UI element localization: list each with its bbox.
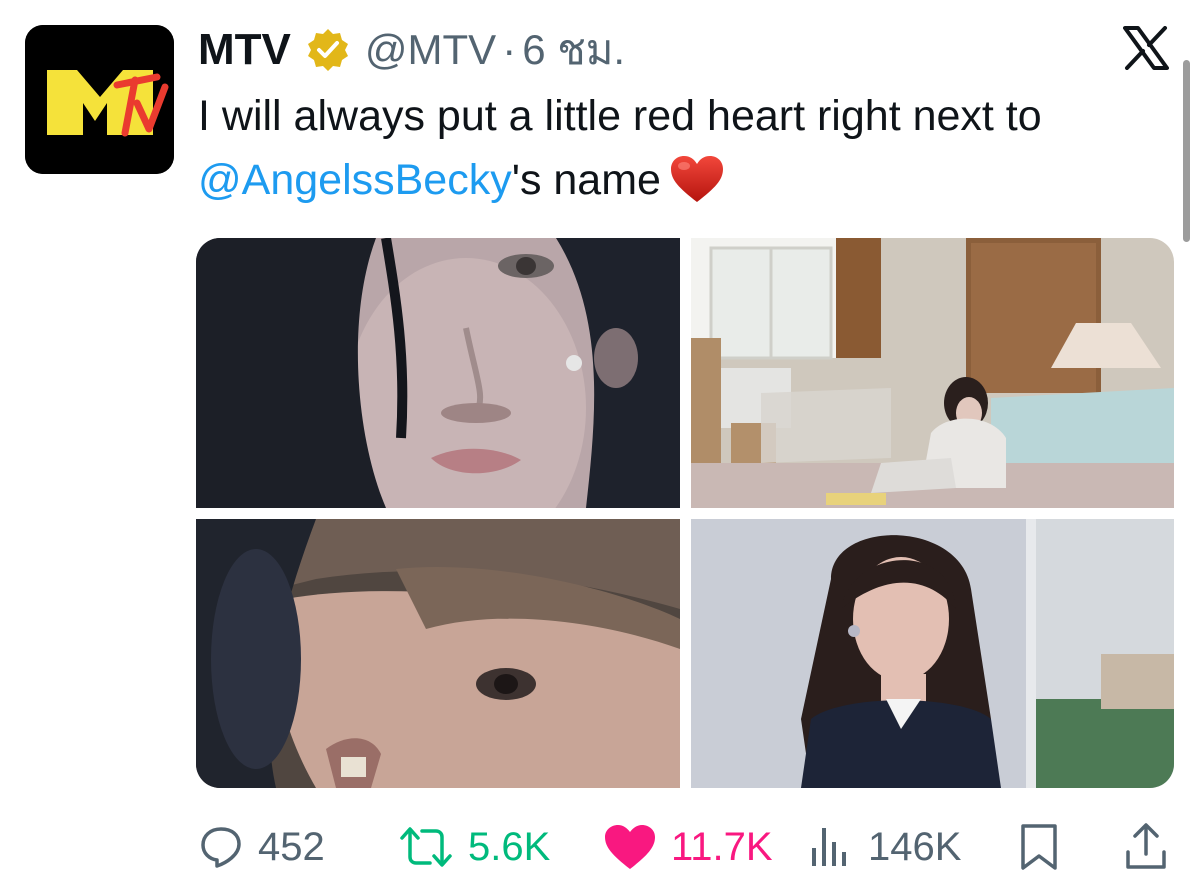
- like-button[interactable]: 11.7K: [603, 812, 773, 882]
- bookmark-button[interactable]: [1017, 812, 1061, 882]
- red-heart-emoji: [670, 156, 723, 202]
- share-upload-icon: [1126, 823, 1166, 869]
- reply-button[interactable]: 452: [198, 812, 325, 882]
- views-button[interactable]: 146K: [806, 812, 961, 882]
- media-photo-4[interactable]: [691, 519, 1174, 788]
- share-button[interactable]: [1123, 812, 1169, 882]
- tweet-action-bar: 452 5.6K 11.7K 146K: [0, 812, 1200, 882]
- retweet-button[interactable]: 5.6K: [398, 812, 550, 882]
- bookmark-icon: [1021, 824, 1057, 870]
- tweet-text-part1: I will always put a little red heart rig…: [198, 92, 1042, 140]
- tweet-timestamp[interactable]: 6 ชม.: [522, 17, 625, 83]
- retweet-count: 5.6K: [468, 824, 551, 869]
- views-count: 146K: [868, 824, 962, 869]
- reply-count: 452: [258, 824, 325, 869]
- tweet-text-part2: 's name: [511, 156, 661, 204]
- tweet-text: I will always put a little red heart rig…: [198, 84, 1158, 212]
- author-avatar[interactable]: [25, 25, 174, 174]
- tweet-header: MTV @MTV · 6 ชม.: [198, 20, 625, 80]
- scrollbar[interactable]: [1183, 60, 1190, 242]
- media-photo-3[interactable]: [196, 519, 680, 788]
- separator-dot: ·: [502, 26, 517, 73]
- x-logo-icon: [1123, 26, 1169, 70]
- media-photo-2[interactable]: [691, 238, 1174, 508]
- like-count: 11.7K: [671, 824, 773, 869]
- heart-filled-icon: [605, 825, 655, 869]
- mention-link[interactable]: @AngelssBecky: [198, 156, 512, 204]
- retweet-arrows-icon: [400, 827, 452, 867]
- speech-bubble-icon: [201, 827, 241, 868]
- bar-chart-icon: [812, 828, 846, 866]
- media-photo-1[interactable]: [196, 238, 680, 508]
- mtv-logo: [25, 25, 174, 174]
- media-grid: [196, 238, 1174, 788]
- verified-gold-badge-icon[interactable]: [305, 27, 351, 73]
- author-handle[interactable]: @MTV: [365, 26, 496, 74]
- author-name[interactable]: MTV: [198, 25, 291, 75]
